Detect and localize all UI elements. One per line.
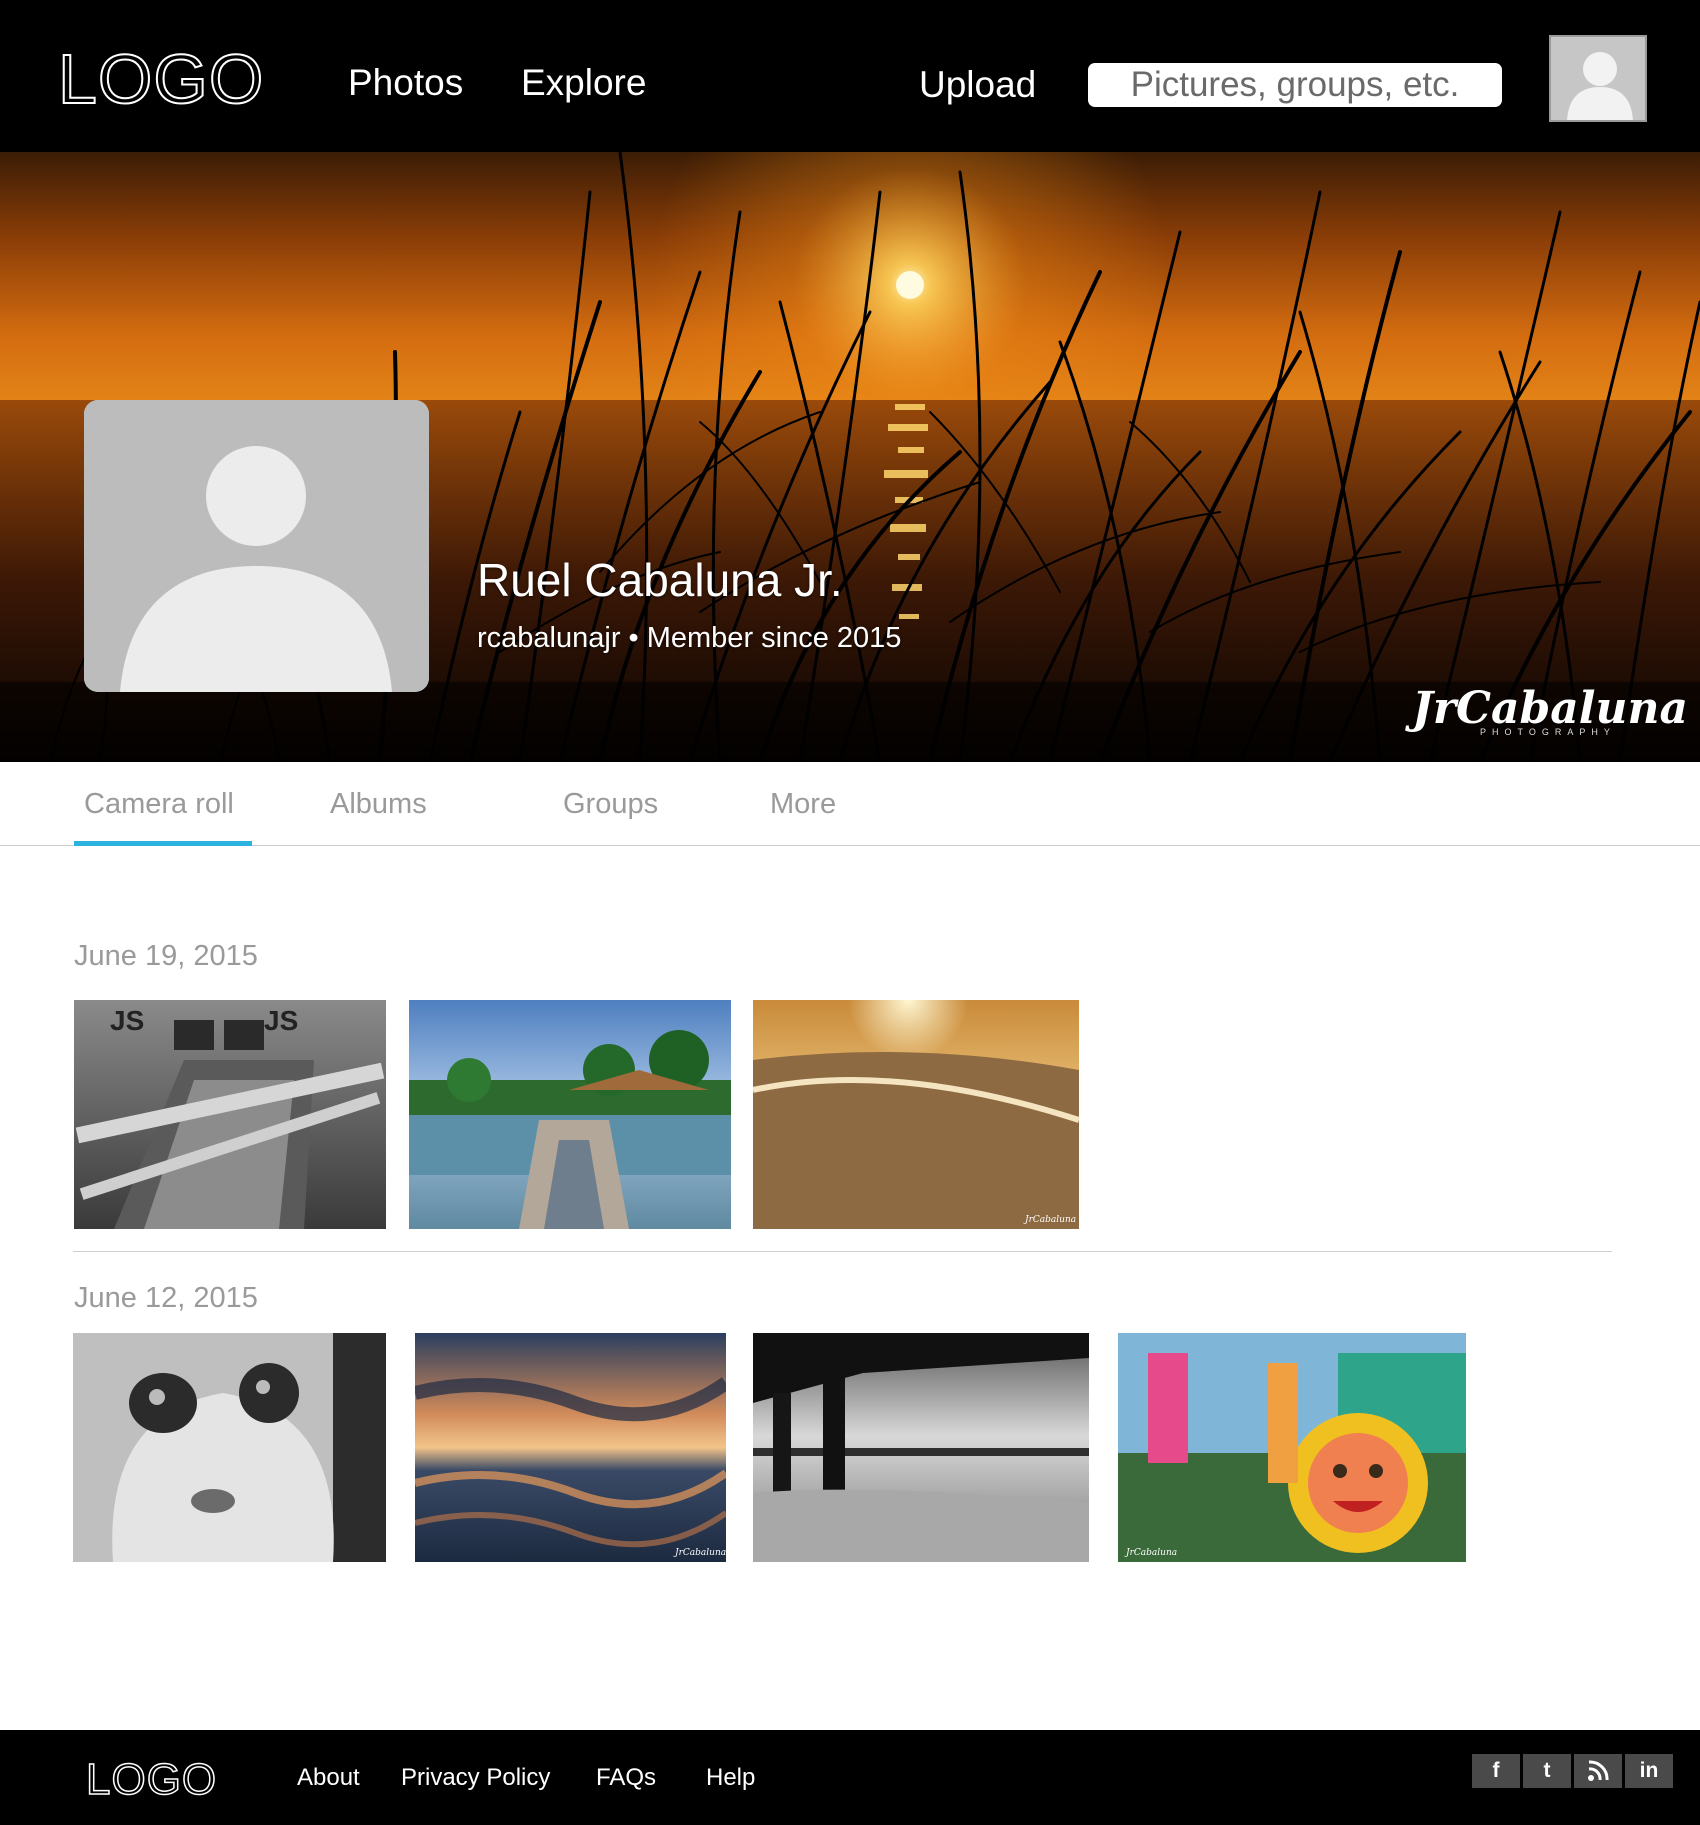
svg-text:JrCabaluna: JrCabaluna (1023, 1215, 1076, 1225)
footer-logo[interactable]: LOGO (85, 1757, 217, 1803)
section-date-heading: June 19, 2015 (74, 940, 258, 972)
photographer-watermark: JrCabaluna (1412, 683, 1689, 734)
profile-name: Ruel Cabaluna Jr. (477, 554, 843, 606)
profile-tabs: Camera roll Albums Groups More (0, 762, 1700, 846)
photo-thumbnail-sunset-beach[interactable]: JrCabaluna (753, 1000, 1079, 1229)
active-tab-indicator (74, 841, 252, 846)
section-divider (73, 1251, 1612, 1252)
footer-link-faqs[interactable]: FAQs (596, 1766, 656, 1790)
top-navigation-bar: LOGO Photos Explore Upload (0, 0, 1700, 152)
photo-thumbnail-pier-seascape[interactable] (753, 1333, 1089, 1562)
footer-link-privacy-policy[interactable]: Privacy Policy (401, 1766, 550, 1790)
svg-text:JS: JS (264, 1005, 298, 1036)
tab-albums[interactable]: Albums (330, 790, 427, 819)
svg-text:JrCabaluna: JrCabaluna (673, 1548, 726, 1558)
rss-icon[interactable] (1574, 1754, 1622, 1788)
cover-photo: Ruel Cabaluna Jr. rcabalunajr • Member s… (0, 152, 1700, 762)
profile-avatar[interactable] (84, 400, 429, 692)
profile-meta: rcabalunajr • Member since 2015 (477, 622, 902, 654)
linkedin-icon[interactable]: in (1625, 1754, 1673, 1788)
site-logo[interactable]: LOGO (57, 43, 264, 115)
search-input[interactable] (1088, 63, 1502, 107)
photo-thumbnail-cat[interactable] (73, 1333, 386, 1562)
upload-link[interactable]: Upload (919, 66, 1036, 103)
tab-more[interactable]: More (770, 790, 836, 819)
section-date-heading: June 12, 2015 (74, 1282, 258, 1314)
photo-thumbnail-sunset-reflection[interactable]: JrCabaluna (415, 1333, 726, 1562)
footer-link-help[interactable]: Help (706, 1766, 755, 1790)
default-avatar-icon (84, 400, 429, 692)
svg-text:JrCabaluna: JrCabaluna (1124, 1548, 1177, 1558)
facebook-icon[interactable]: f (1472, 1754, 1520, 1788)
svg-text:JS: JS (110, 1005, 144, 1036)
footer-link-about[interactable]: About (297, 1766, 360, 1790)
photo-thumbnail-beach-huts[interactable] (409, 1000, 731, 1229)
nav-photos-link[interactable]: Photos (348, 64, 463, 101)
tab-groups[interactable]: Groups (563, 790, 658, 819)
page-footer: LOGO About Privacy Policy FAQs Help f t … (0, 1730, 1700, 1825)
user-avatar-button[interactable] (1549, 35, 1647, 122)
photo-thumbnail-boat[interactable]: JS JS (74, 1000, 386, 1229)
nav-explore-link[interactable]: Explore (521, 64, 646, 101)
photo-thumbnail-festival[interactable]: JrCabaluna (1118, 1333, 1466, 1562)
default-avatar-icon (1551, 37, 1645, 120)
twitter-icon[interactable]: t (1523, 1754, 1571, 1788)
tab-camera-roll[interactable]: Camera roll (84, 790, 234, 819)
photographer-watermark-sub: PHOTOGRAPHY (1480, 727, 1616, 737)
